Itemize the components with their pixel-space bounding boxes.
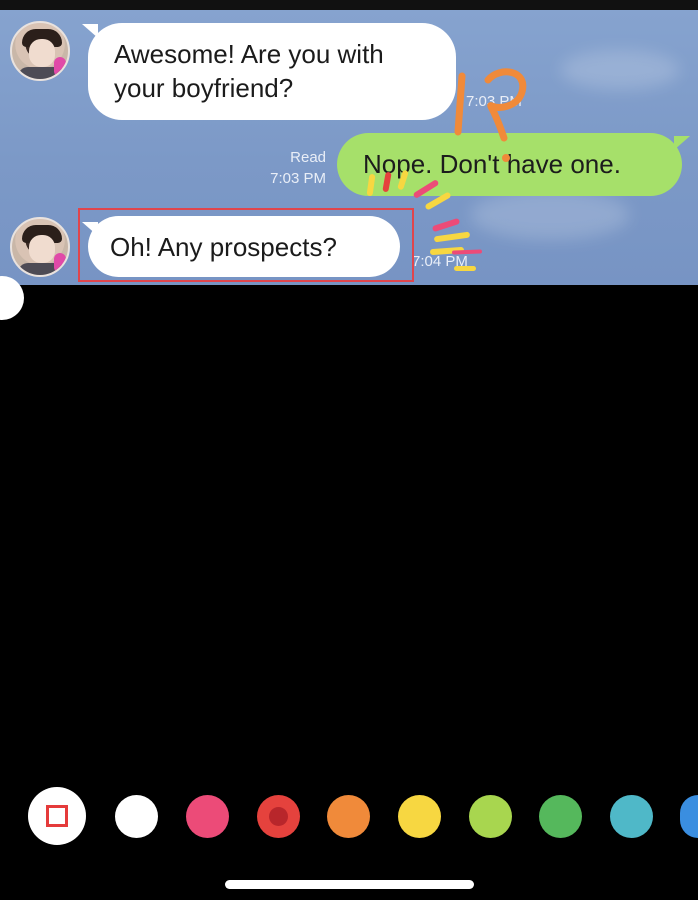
color-swatch-yellow[interactable] (398, 795, 441, 838)
scribble-mark (431, 217, 461, 233)
message-bubble-received[interactable]: Awesome! Are you with your boyfriend? (88, 23, 456, 120)
sky-cloud (560, 50, 680, 90)
home-indicator[interactable] (225, 880, 474, 889)
message-time: 7:03 PM (270, 170, 326, 187)
rectangle-tool-button[interactable] (28, 787, 86, 845)
color-swatch-red[interactable] (257, 795, 300, 838)
color-swatch-blue[interactable] (680, 795, 698, 838)
message-read-status: Read (290, 149, 326, 166)
color-swatch-green[interactable] (539, 795, 582, 838)
status-strip (0, 0, 698, 10)
scribble-mark (433, 231, 471, 243)
message-text-line: your boyfriend? (114, 73, 294, 103)
bubble-tail (674, 136, 690, 150)
markup-color-palette (0, 787, 698, 847)
contact-avatar[interactable] (10, 21, 70, 81)
handwritten-number-annotation[interactable] (448, 62, 538, 172)
highlight-rectangle[interactable] (78, 208, 414, 282)
scribble-mark (454, 266, 476, 271)
selected-indicator (269, 807, 288, 826)
message-text-line: Awesome! Are you with (114, 39, 384, 69)
sky-cloud (470, 190, 630, 240)
color-swatch-white[interactable] (115, 795, 158, 838)
message-time: 7:04 PM (412, 253, 468, 270)
rectangle-icon (46, 805, 68, 827)
color-swatch-orange[interactable] (327, 795, 370, 838)
contact-avatar[interactable] (10, 217, 70, 277)
color-swatch-teal[interactable] (610, 795, 653, 838)
color-swatch-pink[interactable] (186, 795, 229, 838)
chat-screenshot: Awesome! Are you with your boyfriend? 7:… (0, 10, 698, 285)
color-swatch-lime[interactable] (469, 795, 512, 838)
